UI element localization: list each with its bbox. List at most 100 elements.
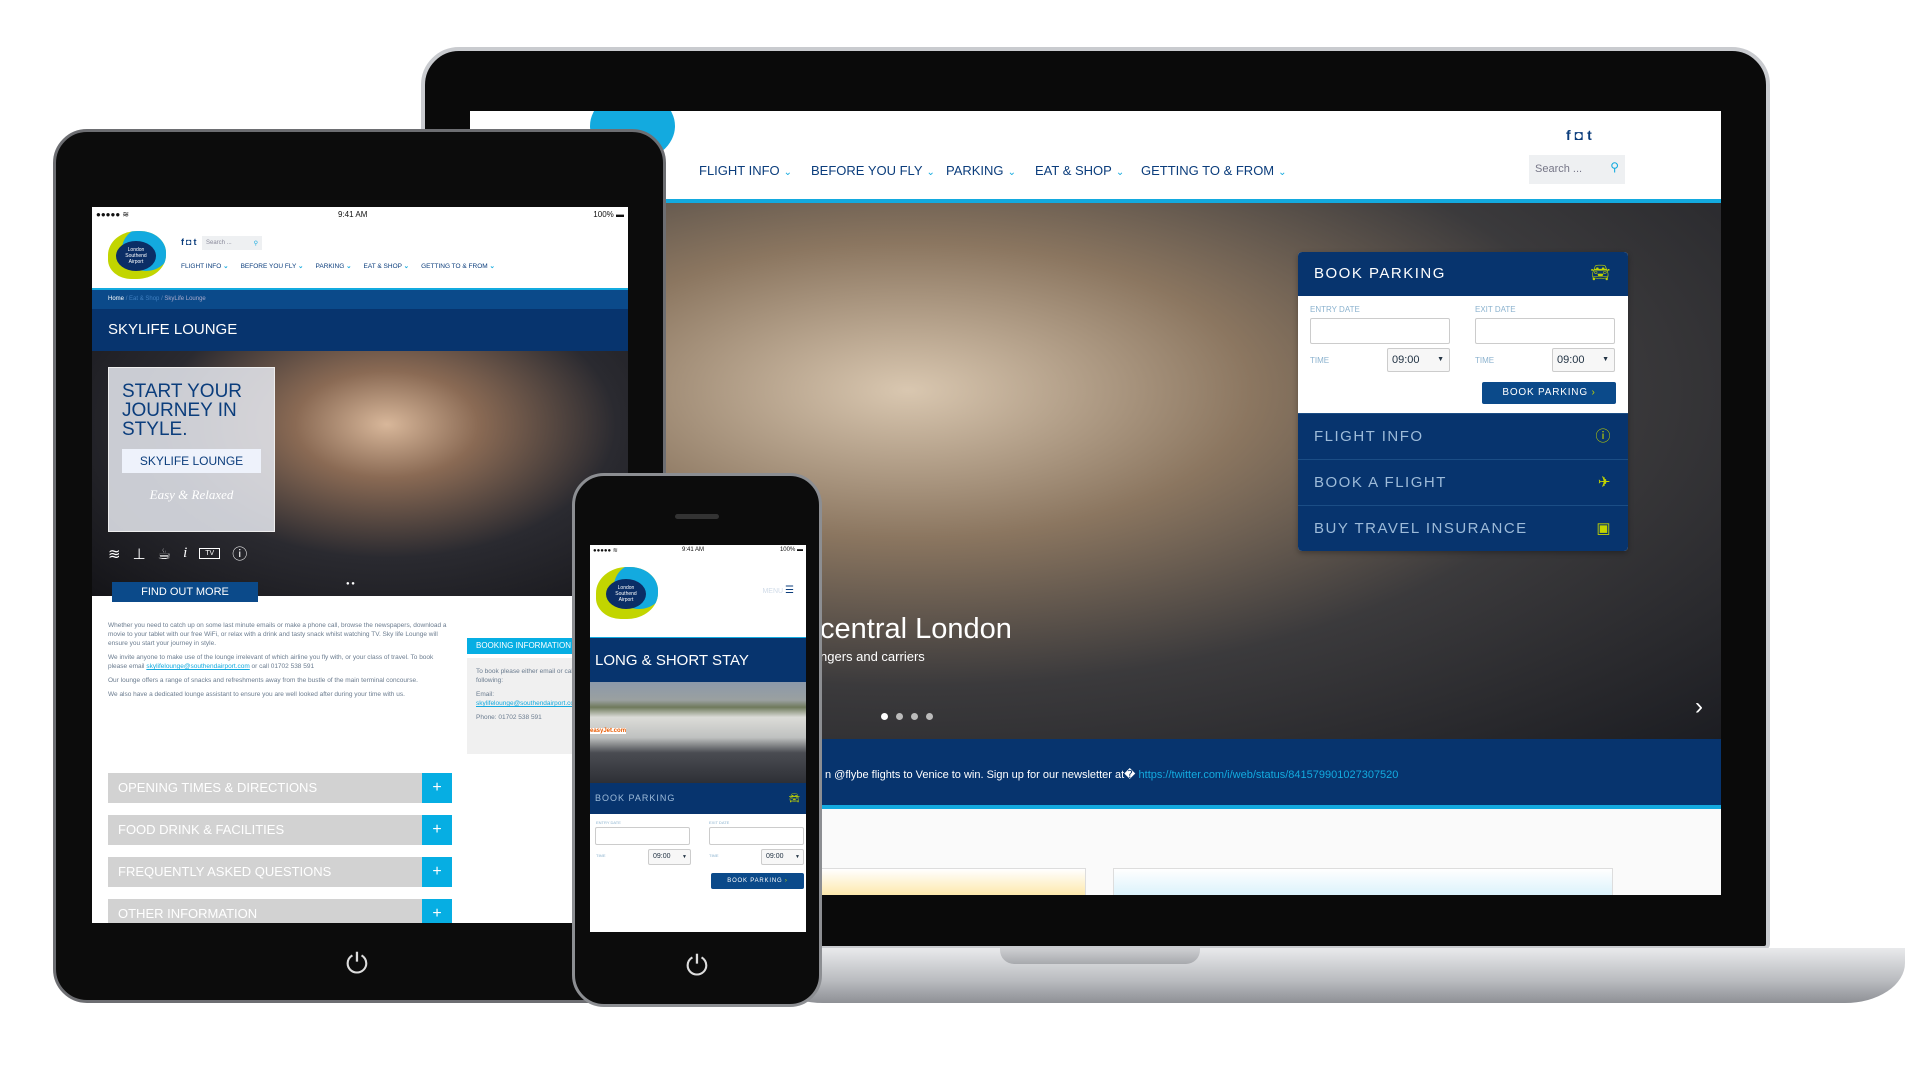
exit-date-input[interactable] — [709, 827, 804, 845]
status-time: 9:41 AM — [338, 210, 368, 219]
entry-time-select[interactable]: 09:00 ▼ — [648, 849, 691, 865]
twitter-icon[interactable]: t — [1587, 127, 1596, 143]
hero-subtitle: ngers and carriers — [820, 649, 925, 664]
book-parking-button[interactable]: BOOK PARKING › — [711, 873, 804, 889]
wifi-icon: ≋ — [108, 545, 121, 563]
search-input[interactable]: Search ... — [1535, 163, 1582, 175]
power-icon: ⏻ — [345, 948, 369, 979]
search-box[interactable]: Search ... ⚲ — [1529, 155, 1625, 184]
plus-icon: + — [422, 773, 452, 803]
book-parking-button[interactable]: BOOK PARKING › — [1482, 382, 1616, 404]
exit-time-select[interactable]: 09:00 ▼ — [761, 849, 804, 865]
food-icon: ⊥ — [132, 545, 146, 563]
menu-flight-info[interactable]: FLIGHT INFO ⓘ — [1298, 413, 1628, 459]
email-link[interactable]: skylifelounge@southendairport.com — [146, 663, 249, 670]
entry-date-label: ENTRY DATE — [596, 820, 621, 825]
slider-dot[interactable] — [926, 713, 933, 720]
nav-parking[interactable]: PARKING ⌄ — [946, 163, 1016, 178]
tweet-link[interactable]: https://twitter.com/i/web/status/8415799… — [1139, 769, 1399, 781]
tablet-screen: ●●●●● ≋ 9:41 AM 100% ▬ London Southend Air… — [92, 207, 628, 923]
airport-image: easyJet.com — [590, 682, 806, 783]
exit-date-input[interactable] — [1475, 318, 1615, 344]
slider-dot[interactable] — [896, 713, 903, 720]
hero-heading: START YOUR JOURNEY IN STYLE. — [122, 381, 243, 440]
car-icon: 🚘︎ — [788, 793, 801, 803]
time-label: TIME — [1475, 356, 1495, 365]
exit-date-label: EXIT DATE — [1475, 305, 1516, 314]
page-title: SKYLIFE LOUNGE — [92, 309, 628, 351]
info-icon: ⓘ — [1595, 428, 1612, 445]
nav-flight-info[interactable]: FLIGHT INFO ⌄ — [699, 163, 792, 178]
page-title: LONG & SHORT STAY — [590, 637, 806, 682]
booking-email-link[interactable]: skylifelounge@southendairport.com — [476, 700, 579, 707]
hero-title: central London — [820, 613, 1012, 645]
laptop-notch — [1000, 948, 1200, 964]
instagram-icon[interactable]: ◘ — [1575, 127, 1587, 143]
slider-dot[interactable] — [881, 713, 888, 720]
menu-button[interactable]: MENU ☰ — [762, 585, 794, 596]
hero-overlay: START YOUR JOURNEY IN STYLE. SKYLIFE LOU… — [108, 367, 275, 532]
facebook-icon[interactable]: f — [1566, 127, 1575, 143]
nav-item[interactable]: GETTING TO & FROM ⌄ — [421, 262, 495, 270]
plus-icon: + — [422, 899, 452, 923]
promo-card[interactable] — [810, 868, 1086, 895]
slider-dots[interactable]: ● ● — [346, 581, 355, 587]
skylife-lounge-button[interactable]: SKYLIFE LOUNGE — [122, 449, 261, 473]
nav-before-you-fly[interactable]: BEFORE YOU FLY ⌄ — [811, 163, 935, 178]
accordion-opening-times[interactable]: OPENING TIMES & DIRECTIONS + — [108, 773, 452, 803]
info-icon: i — [183, 545, 188, 561]
phone-speaker — [675, 514, 719, 519]
signal-icon: ●●●●● ≋ — [593, 548, 618, 554]
slider-dots — [881, 713, 933, 720]
main-nav: FLIGHT INFO ⌄ BEFORE YOU FLY ⌄ PARKING ⌄… — [181, 262, 495, 270]
breadcrumb-eat-shop[interactable]: Eat & Shop — [129, 296, 159, 302]
menu-book-a-flight[interactable]: BOOK A FLIGHT ✈ — [1298, 459, 1628, 505]
book-parking-widget: BOOK PARKING 🚘︎ ENTRY DATE EXIT DATE TIME… — [1298, 252, 1628, 551]
search-icon[interactable]: ⚲ — [1610, 160, 1619, 174]
time-label: TIME — [709, 853, 719, 858]
battery-status: 100% ▬ — [593, 210, 624, 219]
time-label: TIME — [596, 853, 606, 858]
entry-date-label: ENTRY DATE — [1310, 305, 1360, 314]
menu-buy-travel-insurance[interactable]: BUY TRAVEL INSURANCE ▣ — [1298, 505, 1628, 551]
slider-dot[interactable] — [911, 713, 918, 720]
power-icon: ⏻ — [685, 950, 709, 981]
nav-getting-to-from[interactable]: GETTING TO & FROM ⌄ — [1141, 163, 1287, 178]
exit-time-select[interactable]: 09:00 ▼ — [1552, 348, 1615, 372]
signal-icon: ●●●●● ≋ — [96, 210, 130, 219]
breadcrumb-home[interactable]: Home — [108, 296, 124, 302]
search-input[interactable]: Search ... ⚲ — [202, 236, 262, 250]
nav-item[interactable]: PARKING ⌄ — [316, 262, 352, 270]
search-icon: ⚲ — [253, 241, 258, 247]
twitter-icon[interactable]: t — [193, 237, 198, 247]
accordion-other-info[interactable]: OTHER INFORMATION + — [108, 899, 452, 923]
briefcase-icon: ▣ — [1596, 520, 1612, 537]
plus-icon: + — [422, 857, 452, 887]
entry-date-input[interactable] — [595, 827, 690, 845]
accordion-food-drink[interactable]: FOOD DRINK & FACILITIES + — [108, 815, 452, 845]
accordion-faq[interactable]: FREQUENTLY ASKED QUESTIONS + — [108, 857, 452, 887]
power-socket-icon: ⓘ — [232, 546, 248, 563]
tweet-text: n @flybe flights to Venice to win. Sign … — [825, 769, 1136, 781]
nav-item[interactable]: FLIGHT INFO ⌄ — [181, 262, 229, 270]
laptop-base — [763, 948, 1905, 1003]
tv-icon: TV — [199, 548, 221, 559]
entry-date-input[interactable] — [1310, 318, 1450, 344]
site-logo[interactable]: London Southend Airport — [596, 567, 658, 619]
nav-eat-shop[interactable]: EAT & SHOP ⌄ — [1035, 163, 1124, 178]
nav-item[interactable]: BEFORE YOU FLY ⌄ — [241, 262, 304, 270]
hero-tagline: Easy & Relaxed — [149, 487, 234, 502]
plane-icon: ✈ — [1597, 474, 1612, 491]
time-label: TIME — [1310, 356, 1330, 365]
entry-time-select[interactable]: 09:00 ▼ — [1387, 348, 1450, 372]
status-time: 9:41 AM — [682, 547, 705, 553]
exit-date-label: EXIT DATE — [709, 820, 730, 825]
next-arrow-icon[interactable]: › — [1695, 693, 1703, 721]
hero-image: START YOUR JOURNEY IN STYLE. SKYLIFE LOU… — [92, 351, 628, 596]
nav-item[interactable]: EAT & SHOP ⌄ — [364, 262, 410, 270]
promo-card[interactable] — [1113, 868, 1613, 895]
site-logo[interactable]: London Southend Airport — [108, 231, 166, 279]
breadcrumb-current: SkyLife Lounge — [164, 296, 206, 302]
find-out-more-button[interactable]: FIND OUT MORE — [112, 582, 258, 602]
book-parking-header: BOOK PARKING 🚘︎ — [590, 783, 806, 814]
